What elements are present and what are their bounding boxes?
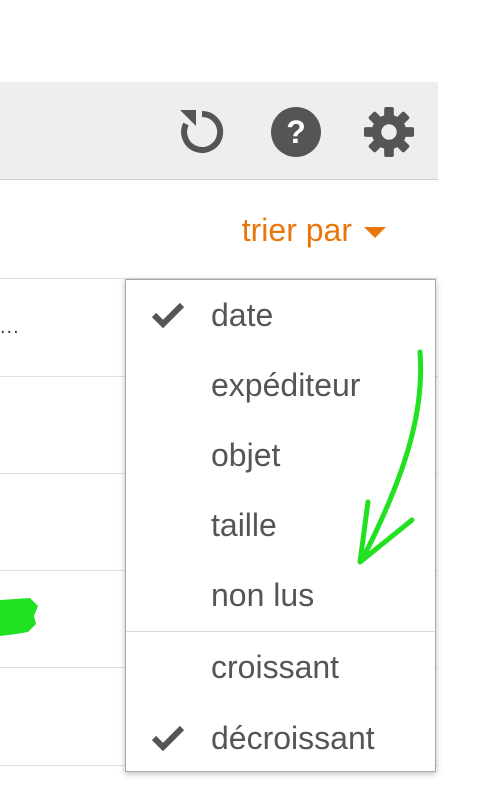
- sort-bar: trier par: [0, 180, 438, 278]
- sort-option-subject[interactable]: objet: [126, 422, 435, 488]
- chevron-down-icon: [364, 227, 386, 238]
- sort-option-unread[interactable]: non lus: [126, 562, 435, 628]
- gear-icon: [363, 106, 415, 158]
- sort-menu: date expéditeur objet taille non lus cro…: [125, 279, 436, 772]
- sort-option-label: non lus: [211, 576, 315, 613]
- refresh-icon: [180, 110, 224, 153]
- settings-button[interactable]: [363, 106, 415, 158]
- sort-order-ascending[interactable]: croissant: [126, 634, 435, 700]
- sort-option-size[interactable]: taille: [126, 492, 435, 558]
- check-icon: [151, 302, 185, 328]
- svg-text:?: ?: [286, 114, 306, 150]
- list-item-preview: ...: [0, 316, 20, 338]
- menu-divider: [126, 631, 435, 632]
- list-item[interactable]: [0, 377, 130, 473]
- sort-order-label: décroissant: [211, 719, 375, 756]
- sort-order-label: croissant: [211, 648, 340, 685]
- sort-order-descending[interactable]: décroissant: [126, 705, 435, 771]
- sort-option-label: date: [211, 296, 274, 333]
- list-item[interactable]: [0, 668, 130, 764]
- sort-dropdown-button[interactable]: trier par: [242, 212, 386, 249]
- toolbar: ?: [0, 82, 438, 180]
- check-icon: [151, 725, 185, 751]
- list-item[interactable]: ...: [0, 279, 130, 375]
- sort-option-label: objet: [211, 436, 281, 473]
- sort-option-sender[interactable]: expéditeur: [126, 352, 435, 418]
- help-icon: ?: [271, 107, 321, 157]
- list-item[interactable]: [0, 474, 130, 570]
- help-button[interactable]: ?: [270, 106, 322, 158]
- sort-option-label: taille: [211, 506, 277, 543]
- list-item[interactable]: [0, 571, 130, 667]
- refresh-button[interactable]: [176, 106, 228, 158]
- sort-option-label: expéditeur: [211, 366, 361, 403]
- sort-option-date[interactable]: date: [126, 282, 435, 348]
- sort-label: trier par: [241, 212, 352, 248]
